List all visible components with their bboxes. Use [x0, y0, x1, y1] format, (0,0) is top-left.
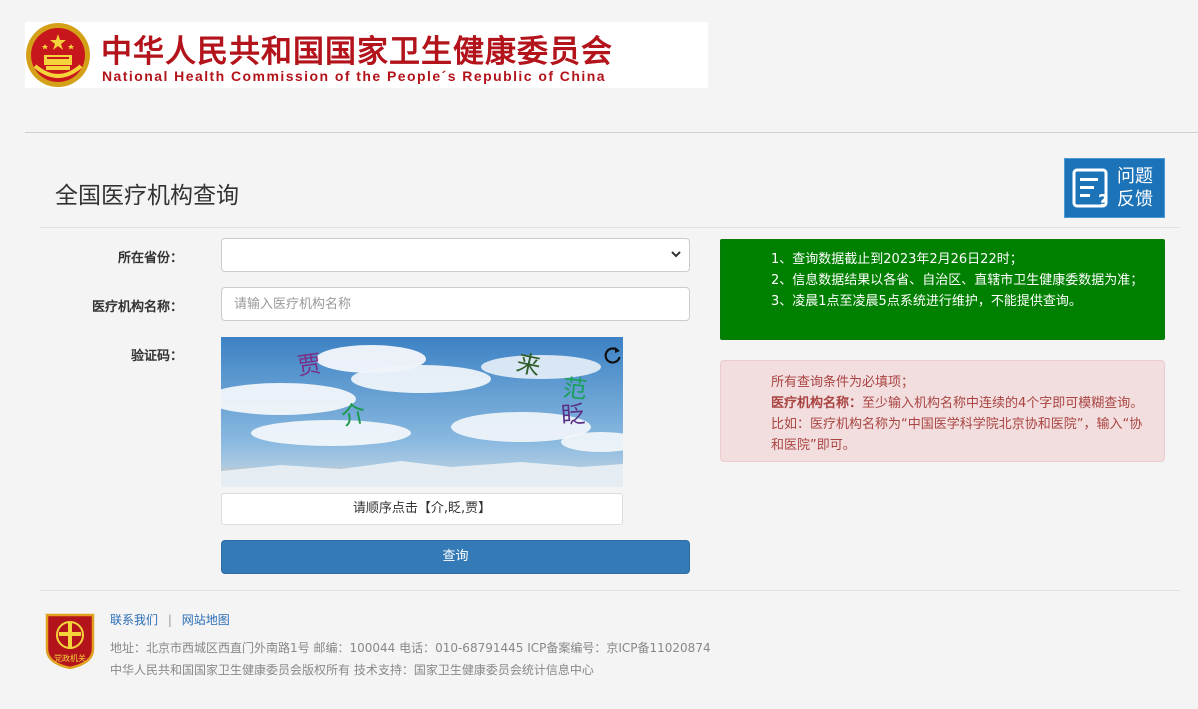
info-notice-line2: 2、信息数据结果以各省、自治区、直辖市卫生健康委数据为准；	[771, 273, 1144, 288]
institution-name-label: 医疗机构名称：	[91, 300, 183, 315]
required-notice-bold-label: 医疗机构名称：	[771, 396, 863, 411]
captcha-label: 验证码：	[130, 349, 183, 364]
title-divider	[40, 227, 1180, 228]
site-header-banner: 中华人民共和国国家卫生健康委员会 National Health Commiss…	[25, 22, 708, 88]
captcha-char[interactable]: 贾	[295, 344, 324, 382]
national-emblem-icon	[26, 23, 90, 87]
chevron-down-icon	[671, 251, 681, 258]
captcha-image[interactable]: 贾 来 介 范 眨	[221, 337, 623, 487]
info-notice: 1、查询数据截止到2023年2月26日22时； 2、信息数据结果以各省、自治区、…	[720, 239, 1165, 340]
footer-address: 地址：北京市西城区西直门外南路1号 邮编：100044 电话：010-68791…	[110, 641, 711, 655]
required-notice-line1: 所有查询条件为必填项；	[771, 375, 915, 390]
captcha-hint: 请顺序点击【介,眨,贾】	[221, 493, 623, 525]
captcha-char[interactable]: 眨	[560, 394, 586, 431]
contact-us-link[interactable]: 联系我们	[110, 613, 158, 627]
refresh-icon[interactable]	[603, 345, 623, 365]
footer-link-separator: |	[167, 613, 172, 627]
feedback-button[interactable]: ? 问题 反馈	[1064, 158, 1165, 218]
query-button[interactable]: 查询	[221, 540, 690, 574]
institution-name-input[interactable]	[221, 287, 690, 321]
info-notice-line3: 3、凌晨1点至凌晨5点系统进行维护，不能提供查询。	[771, 294, 1082, 309]
feedback-label-line2: 反馈	[1117, 189, 1153, 210]
required-notice: 所有查询条件为必填项； 医疗机构名称：至少输入机构名称中连续的4个字即可模糊查询…	[720, 360, 1165, 462]
header-divider	[25, 132, 1198, 133]
svg-text:?: ?	[1098, 191, 1108, 211]
site-title-zh: 中华人民共和国国家卫生健康委员会	[101, 34, 613, 70]
page-title: 全国医疗机构查询	[55, 183, 239, 209]
sitemap-link[interactable]: 网站地图	[182, 613, 230, 627]
gov-badge-text: 党政机关	[54, 653, 86, 663]
info-notice-line1: 1、查询数据截止到2023年2月26日22时；	[771, 252, 1023, 267]
footer-copyright: 中华人民共和国国家卫生健康委员会版权所有 技术支持：国家卫生健康委员会统计信息中…	[110, 663, 594, 677]
feedback-icon: ?	[1072, 168, 1108, 211]
gov-badge-icon: 党政机关	[45, 613, 95, 669]
footer-divider	[40, 590, 1180, 591]
footer-links: 联系我们 | 网站地图	[110, 611, 230, 628]
feedback-label-line1: 问题	[1117, 166, 1153, 187]
province-label: 所在省份：	[117, 251, 183, 266]
site-title-en: National Health Commission of the People…	[102, 68, 606, 84]
province-select[interactable]	[221, 238, 690, 272]
